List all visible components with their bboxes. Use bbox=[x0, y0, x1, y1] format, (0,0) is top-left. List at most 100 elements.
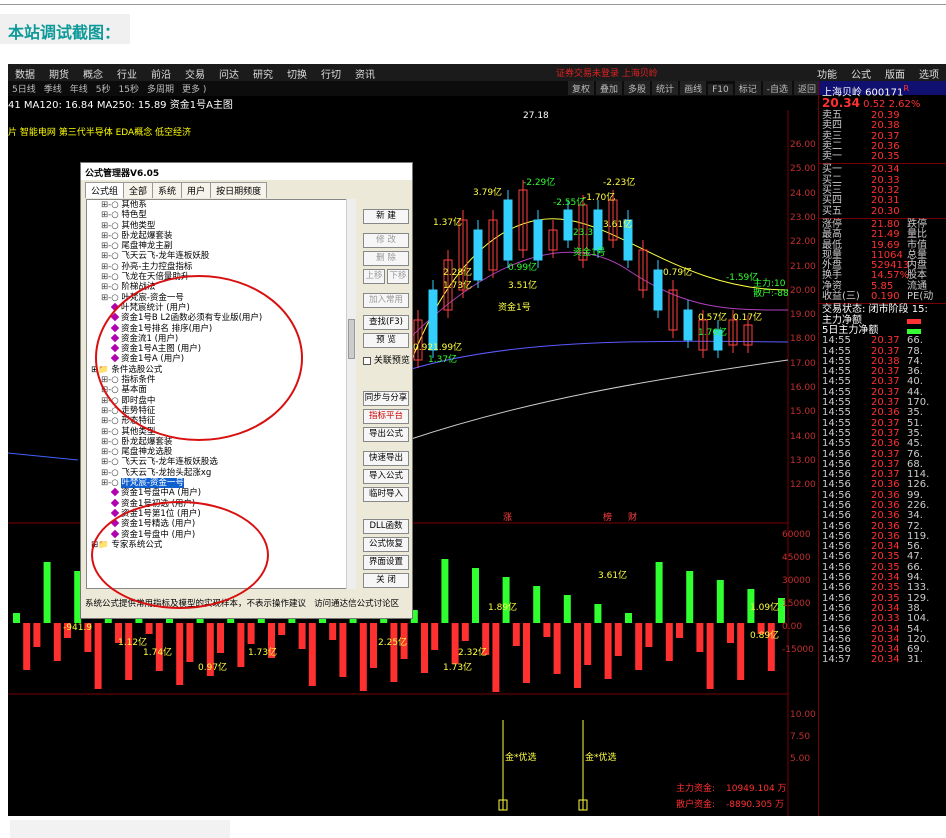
tree-item[interactable]: ⊞-○ 飞天云飞-龙年连板妖股选 bbox=[87, 457, 355, 467]
menu-item[interactable]: 公式 bbox=[844, 64, 878, 81]
period-button[interactable]: 5日线 bbox=[8, 81, 40, 95]
menu-item[interactable]: 功能 bbox=[810, 64, 844, 81]
quote-panel: 上海贝岭 600171R 20.34 0.52 2.62% 卖五 20.39 卖四 2… bbox=[818, 81, 946, 816]
tree-item[interactable]: ⊞-○ 飞天云飞-龙抬头起涨xg bbox=[87, 468, 355, 478]
tree-item[interactable]: ⊞-○ 尾盘神龙主副 bbox=[87, 241, 355, 251]
period-button[interactable]: 15秒 bbox=[115, 81, 143, 95]
candle-body bbox=[473, 229, 483, 281]
menu-item[interactable]: 问达 bbox=[212, 64, 246, 81]
dialog-button[interactable]: 删 除 bbox=[363, 251, 409, 266]
dialog-button[interactable]: 预 览 bbox=[363, 333, 409, 348]
dialog-button[interactable]: 快速导出 bbox=[363, 451, 409, 466]
dialog-button[interactable]: 新 建 bbox=[363, 209, 409, 224]
dialog-button[interactable]: 指标平台 bbox=[363, 409, 409, 424]
quote-cell: 66. bbox=[907, 335, 923, 347]
stats-table: 涨停 21.80 跌停 最高 21.49 量比 最低 19.69 市值 现量 11064 总量 外盘 52… bbox=[819, 219, 946, 302]
tool-button[interactable]: -自选 bbox=[762, 81, 792, 95]
group-icon: ⊞-○ bbox=[101, 426, 122, 437]
menu-right: 功能 公式 版面 选项 bbox=[810, 64, 946, 81]
value-label: 1.37亿 bbox=[428, 353, 457, 365]
dialog-button[interactable]: 导出公式 bbox=[363, 427, 409, 442]
menu-item[interactable]: 行业 bbox=[110, 64, 144, 81]
candle-body bbox=[428, 289, 438, 351]
price-tick: 24.00 bbox=[790, 188, 816, 199]
volume-bar bbox=[655, 562, 663, 623]
period-button[interactable]: 更多 ) bbox=[178, 81, 210, 95]
period-button[interactable]: 多周期 bbox=[143, 81, 178, 95]
dialog-button[interactable]: 加入常用 bbox=[363, 293, 409, 308]
volume-label: 1.12亿 bbox=[118, 636, 147, 648]
tab-group[interactable]: 公式组 bbox=[85, 182, 125, 198]
tab-user[interactable]: 用户 bbox=[181, 182, 212, 198]
tree-item[interactable]: ⊞-○ 其他类型 bbox=[87, 221, 355, 231]
tool-button[interactable]: 画线 bbox=[680, 81, 707, 95]
tree-item[interactable]: ⊞-○ 孙亮-主力控盘指标 bbox=[87, 262, 355, 272]
menu-item[interactable]: 概念 bbox=[76, 64, 110, 81]
preview-checkbox[interactable]: 关联预览 bbox=[363, 353, 410, 366]
forum-link[interactable]: 访问通达信公式讨论区 bbox=[314, 599, 399, 609]
signal-label: 金*优选 bbox=[585, 751, 617, 763]
tab-date[interactable]: 按日期频度 bbox=[210, 182, 268, 198]
volume-bar bbox=[13, 613, 20, 623]
tab-system[interactable]: 系统 bbox=[152, 182, 183, 198]
value-label: 1.99亿 bbox=[433, 341, 462, 353]
tree-item[interactable]: ⊞-○ 卧龙起爆套装 bbox=[87, 231, 355, 241]
value-label: 3.79亿 bbox=[473, 186, 502, 198]
volume-label: 0.89亿 bbox=[750, 629, 779, 641]
tool-button[interactable]: 统计 bbox=[652, 81, 679, 95]
tool-button[interactable]: 叠加 bbox=[596, 81, 623, 95]
menu-item[interactable]: 研究 bbox=[246, 64, 280, 81]
tree-item[interactable]: 资金1号盘中A (用户) bbox=[87, 488, 355, 498]
menu-item[interactable]: 切换 bbox=[280, 64, 314, 81]
dialog-button[interactable]: 界面设置 bbox=[363, 555, 409, 570]
tool-button[interactable]: 返回 bbox=[793, 81, 820, 95]
tree-item[interactable]: ⊞-○ 尾盘神龙选股 bbox=[87, 447, 355, 457]
tree-item[interactable]: ⊞-○ 叶梵宸-资金一号 bbox=[87, 478, 355, 489]
volume-bar bbox=[329, 623, 337, 640]
period-button[interactable]: 5秒 bbox=[92, 81, 115, 95]
candle-body bbox=[563, 209, 573, 241]
tree-item[interactable]: ⊞-○ 飞天云飞-龙年连板妖股 bbox=[87, 251, 355, 261]
dialog-button[interactable]: 公式恢复 bbox=[363, 537, 409, 552]
tool-button[interactable]: 标记 bbox=[734, 81, 761, 95]
tree-item[interactable]: ⊞-○ 特色型 bbox=[87, 210, 355, 220]
tree-item[interactable]: ⊞-○ 其他系 bbox=[87, 200, 355, 210]
value-label: 0.92 bbox=[413, 343, 433, 353]
dialog-button[interactable]: DLL函数 bbox=[363, 519, 409, 534]
menu-item[interactable]: 前沿 bbox=[144, 64, 178, 81]
group-icon: ⊞-○ bbox=[101, 272, 122, 283]
menu-item[interactable]: 期货 bbox=[42, 64, 76, 81]
tab-all[interactable]: 全部 bbox=[123, 182, 154, 198]
tool-button[interactable]: 多股 bbox=[624, 81, 651, 95]
dialog-button[interactable]: 上移 bbox=[363, 269, 385, 284]
tree-scrollbar[interactable] bbox=[346, 199, 356, 589]
dialog-button[interactable]: 临时导入 bbox=[363, 487, 409, 502]
tool-button[interactable]: 复权 bbox=[568, 81, 595, 95]
volume-bar bbox=[523, 623, 530, 683]
dialog-button[interactable]: 下移 bbox=[387, 269, 409, 284]
menu-item[interactable]: 资讯 bbox=[348, 64, 382, 81]
quote-cell: 14:55 bbox=[822, 438, 851, 450]
quote-cell: 31. bbox=[907, 654, 923, 666]
dialog-button[interactable]: 查找(F3) bbox=[363, 315, 409, 330]
formula-icon bbox=[110, 488, 120, 497]
period-button[interactable]: 季线 bbox=[40, 81, 66, 95]
tool-button[interactable]: F10 bbox=[708, 84, 733, 95]
quote-cell: 20.30 bbox=[871, 205, 900, 217]
volume-label: 2.32亿 bbox=[458, 646, 487, 658]
dialog-button[interactable]: 同步与分享 bbox=[363, 391, 409, 406]
value-label: 3.51亿 bbox=[508, 279, 537, 291]
menu-item[interactable]: 版面 bbox=[878, 64, 912, 81]
dialog-button[interactable]: 修 改 bbox=[363, 233, 409, 248]
menu-bar: 数据 期货 概念 行业 前沿 交易 问达 研究 切换 行切 资讯 证券交易未登录 上海贝岭 功能 公式… bbox=[8, 64, 946, 81]
quote-cell: 20.37 bbox=[871, 335, 900, 347]
menu-item[interactable]: 数据 bbox=[8, 64, 42, 81]
value-label: -2.23亿 bbox=[603, 176, 635, 188]
menu-item[interactable]: 行切 bbox=[314, 64, 348, 81]
period-button[interactable]: 年线 bbox=[66, 81, 92, 95]
menu-item[interactable]: 交易 bbox=[178, 64, 212, 81]
menu-item[interactable]: 选项 bbox=[912, 64, 946, 81]
volume-bar bbox=[665, 623, 673, 661]
dialog-button[interactable]: 导入公式 bbox=[363, 469, 409, 484]
dialog-button[interactable]: 关 闭 bbox=[363, 573, 409, 588]
